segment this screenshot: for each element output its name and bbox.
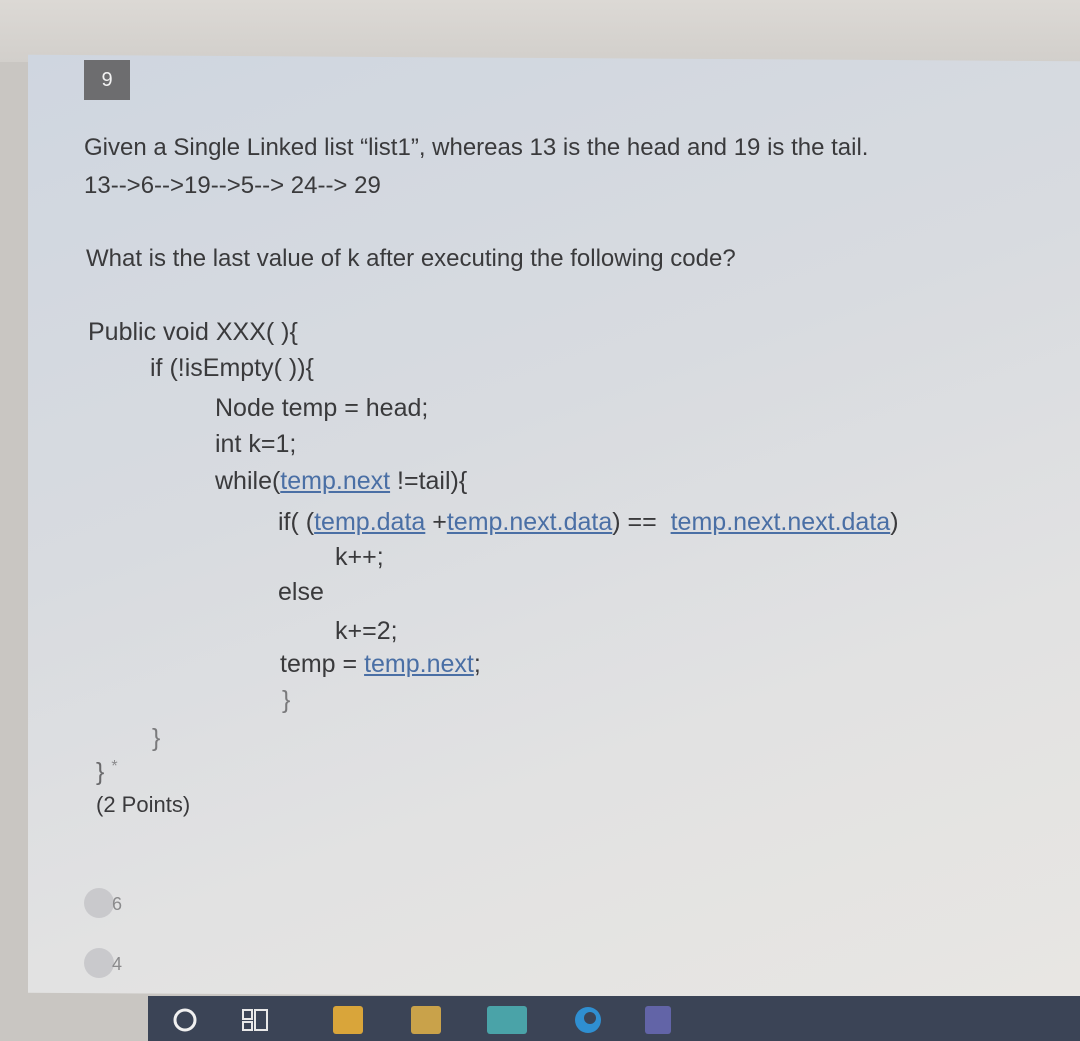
search-circle-icon[interactable] [168,1004,202,1036]
option-radio-6[interactable] [84,888,114,918]
edge-icon[interactable] [570,1004,606,1036]
temp-next-link[interactable]: temp.next [280,467,390,495]
code-if-suffix: ) [890,508,899,536]
question-prompt: What is the last value of k after execut… [86,245,736,272]
code-close-if: } [152,724,161,752]
linked-list-values: 13-->6-->19-->5--> 24--> 29 [84,172,381,199]
code-line-if-sum: if( (temp.data +temp.next.data) == temp.… [278,508,899,537]
store-icon[interactable] [330,1004,366,1036]
code-line-while: while(temp.next !=tail){ [215,467,467,496]
temp-data-link[interactable]: temp.data [314,508,425,536]
code-line-else: else [278,578,324,606]
windows-taskbar [148,996,1080,1041]
teams-icon[interactable] [640,1004,676,1036]
code-assign-suffix: ; [473,650,481,678]
code-assign-prefix: temp = [280,650,365,678]
code-close-while: } [282,686,291,714]
question-number-badge: 9 [84,60,130,100]
background-strip [0,0,1080,62]
code-line-int-k: int k=1; [215,430,297,458]
code-while-prefix: while( [215,467,281,495]
temp-next-assign-link[interactable]: temp.next [364,650,474,678]
option-label-4: 4 [112,954,123,974]
code-line-k-increment: k++; [335,543,384,571]
points-label: (2 Points) [96,792,191,817]
code-if-plus: + [425,508,447,536]
code-line-if-empty: if (!isEmpty( )){ [150,354,314,382]
temp-next-data-link[interactable]: temp.next.data [447,508,612,536]
code-if-prefix: if( ( [278,508,315,536]
code-close-method: } * [96,758,118,787]
photos-icon[interactable] [408,1004,444,1036]
question-statement: Given a Single Linked list “list1”, wher… [84,134,869,161]
code-while-suffix: !=tail){ [390,467,468,495]
code-line-method: Public void XXX( ){ [88,318,298,346]
option-radio-4[interactable] [84,948,114,978]
temp-next-next-data-link[interactable]: temp.next.next.data [671,508,891,536]
code-line-node-temp: Node temp = head; [215,394,429,422]
code-line-temp-assign: temp = temp.next; [280,650,481,679]
code-line-k-plus-two: k+=2; [335,617,398,645]
task-view-icon[interactable] [238,1004,272,1036]
required-asterisk: * [111,758,118,775]
code-close-brace: } [96,758,105,786]
option-label-6: 6 [112,894,123,914]
mail-icon[interactable] [485,1004,529,1036]
code-if-equals: ) == [612,508,671,536]
